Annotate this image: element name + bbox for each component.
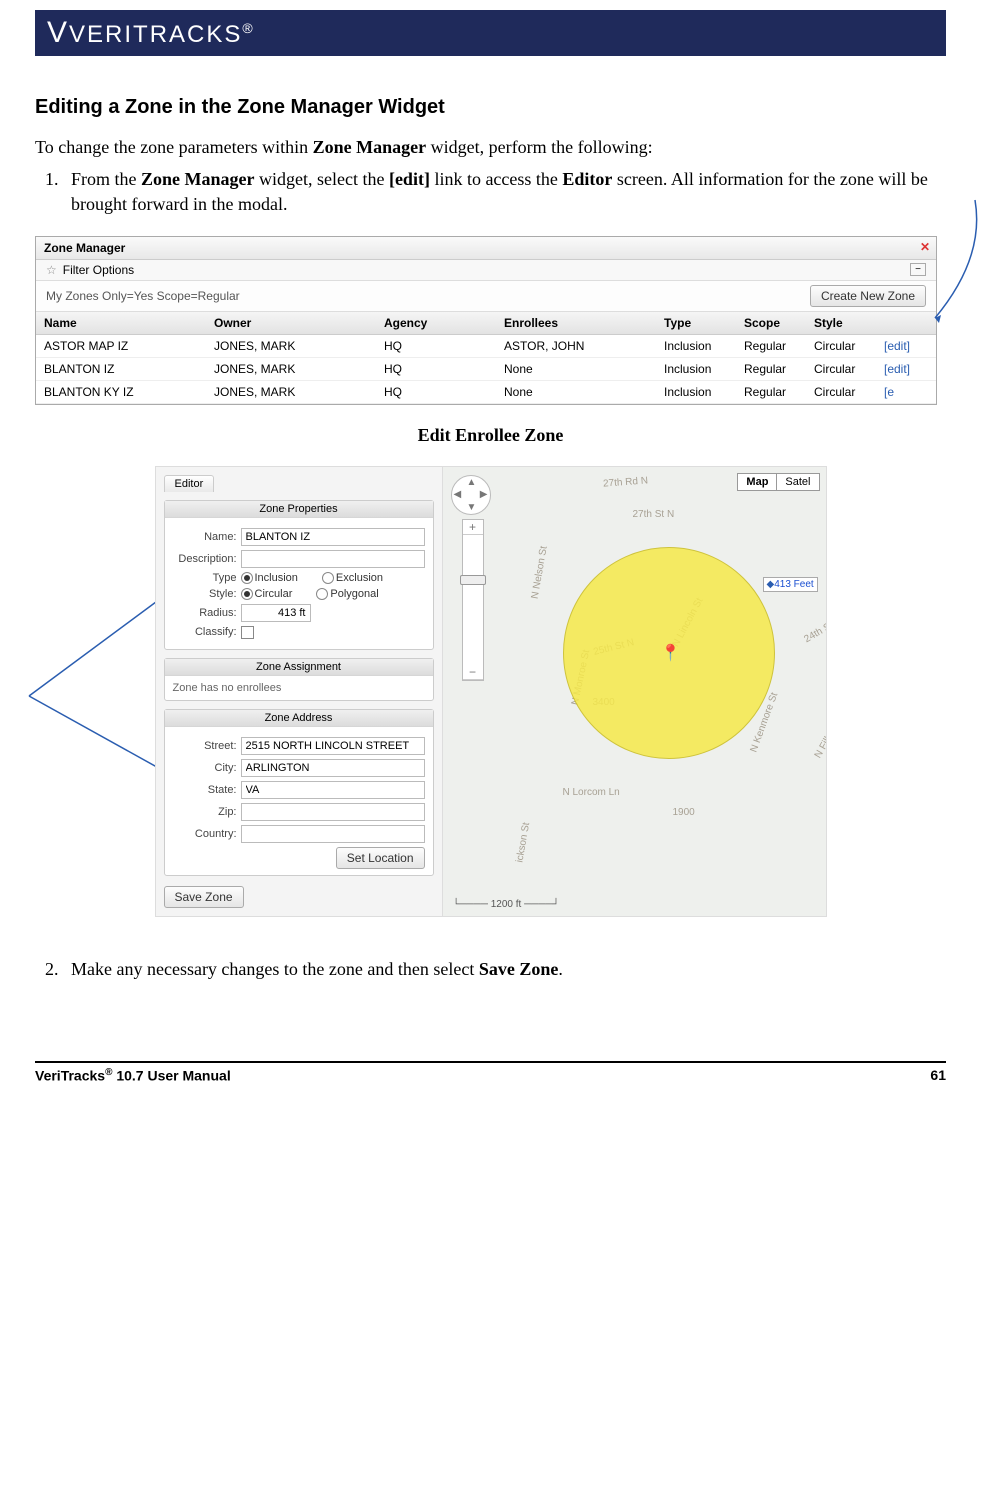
radius-label: ◆413 Feet [763,577,818,592]
map-nav-control[interactable]: ▲▼◀▶ +− [451,475,495,685]
zone-manager-screenshot: Zone Manager ✕ ☆ Filter Options − My Zon… [35,236,946,405]
radius-field[interactable] [241,604,311,622]
page-footer: VeriTracks® 10.7 User Manual 61 [35,1061,946,1084]
section-title: Editing a Zone in the Zone Manager Widge… [35,96,946,119]
step-2: Make any necessary changes to the zone a… [63,957,946,981]
zm-header-row: NameOwnerAgencyEnrolleesTypeScopeStyle [36,312,936,335]
city-field[interactable] [241,759,425,777]
edit-link[interactable]: [e [876,381,936,403]
brand-header: VVERITRACKS® [35,10,946,56]
collapse-icon[interactable]: − [910,263,926,276]
style-circular-radio[interactable]: Circular [241,588,293,600]
zip-field[interactable] [241,803,425,821]
save-zone-button[interactable]: Save Zone [164,886,244,908]
zm-title-bar: Zone Manager ✕ [36,237,936,260]
editor-tab[interactable]: Editor [164,475,215,492]
classify-checkbox[interactable] [241,626,254,639]
table-row: BLANTON KY IZJONES, MARKHQNoneInclusionR… [36,381,936,404]
filter-options-row[interactable]: ☆ Filter Options − [36,260,936,281]
close-icon[interactable]: ✕ [920,240,930,254]
edit-link[interactable]: [edit] [876,358,936,380]
zoom-slider[interactable]: +− [462,519,484,681]
map-scale: └──── 1200 ft ────┘ [453,899,560,910]
set-location-button[interactable]: Set Location [336,847,425,869]
editor-screenshot: Editor Zone Properties Name: Description… [35,466,946,917]
type-exclusion-radio[interactable]: Exclusion [322,572,383,584]
intro-para: To change the zone parameters within Zon… [35,135,946,159]
zone-address-section: Zone Address Street: City: State: Zip: C… [164,709,434,876]
map-pin-icon[interactable]: 📍 [661,643,681,663]
map-type-tabs[interactable]: MapSatel [738,473,819,491]
zone-assignment-section: Zone Assignment Zone has no enrollees [164,658,434,701]
star-icon: ☆ [46,263,57,277]
create-new-zone-button[interactable]: Create New Zone [810,285,926,307]
zone-name-field[interactable] [241,528,425,546]
zone-properties-section: Zone Properties Name: Description: Type … [164,500,434,650]
map-panel[interactable]: MapSatel ▲▼◀▶ +− 27th Rd N 27th St N N N… [443,467,826,916]
filter-bar: My Zones Only=Yes Scope=Regular Create N… [36,281,936,312]
table-row: BLANTON IZJONES, MARKHQNoneInclusionRegu… [36,358,936,381]
style-polygonal-radio[interactable]: Polygonal [316,588,378,600]
country-field[interactable] [241,825,425,843]
street-field[interactable] [241,737,425,755]
edit-link[interactable]: [edit] [876,335,936,357]
zone-desc-field[interactable] [241,550,425,568]
step-1: From the Zone Manager widget, select the… [63,167,946,216]
page-number: 61 [930,1067,946,1084]
brand-text: VERITRACKS [69,21,242,48]
table-row: ASTOR MAP IZJONES, MARKHQASTOR, JOHNIncl… [36,335,936,358]
figure-caption: Edit Enrollee Zone [35,425,946,446]
state-field[interactable] [241,781,425,799]
type-inclusion-radio[interactable]: Inclusion [241,572,298,584]
